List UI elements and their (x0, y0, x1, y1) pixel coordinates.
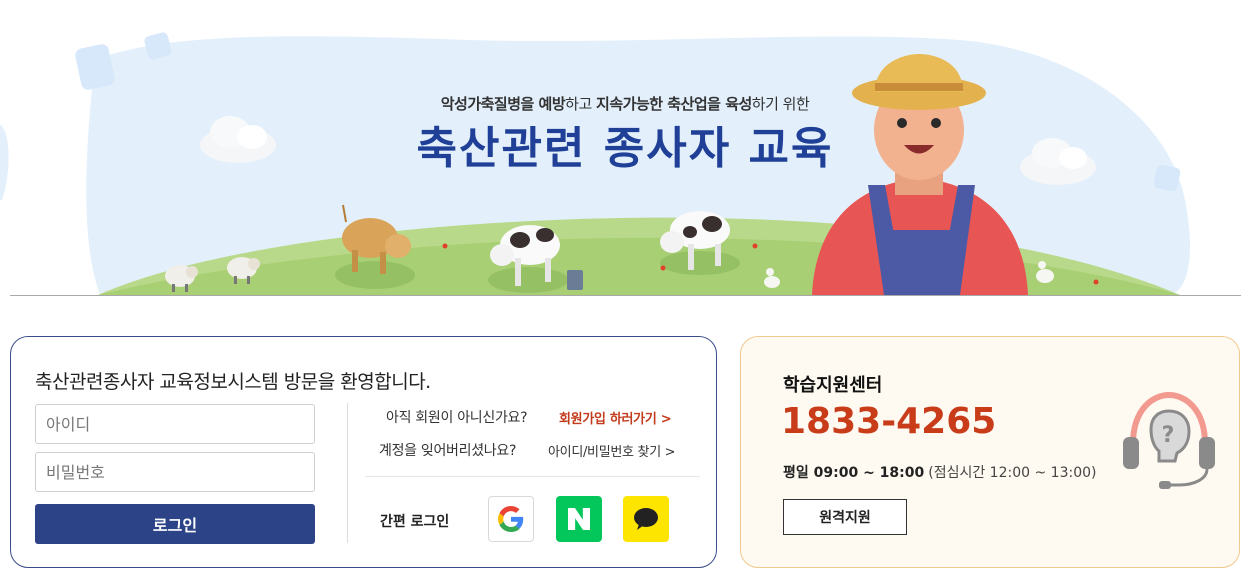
headset-question-icon: ? (1123, 391, 1215, 489)
svg-text:?: ? (1162, 423, 1175, 448)
duck-icon (1036, 269, 1054, 283)
google-login-button[interactable] (488, 496, 534, 542)
horizontal-divider (365, 476, 700, 477)
google-logo-icon (498, 506, 524, 532)
lunch-hours: (점심시간 12:00 ~ 13:00) (928, 465, 1097, 481)
remote-support-button[interactable]: 원격지원 (783, 499, 907, 535)
kakao-talk-icon (634, 508, 658, 530)
login-panel: 축산관련종사자 교육정보시스템 방문을 환영합니다. 로그인 아직 회원이 아니… (10, 336, 717, 568)
naver-logo-icon (568, 508, 590, 530)
subtitle-part: 악성가축질병을 예방 (440, 95, 566, 113)
password-input[interactable] (35, 452, 315, 492)
find-account-link[interactable]: 아이디/비밀번호 찾기 > (548, 441, 676, 460)
support-center-panel: 학습지원센터 1833-4265 평일 09:00 ~ 18:00 (점심시간 1… (740, 336, 1240, 568)
kakao-login-button[interactable] (623, 496, 669, 542)
easy-login-label: 간편 로그인 (380, 514, 450, 530)
hero-banner: 악성가축질병을 예방하고 지속가능한 축산업을 육성하기 위한 축산관련 종사자… (0, 0, 1243, 300)
subtitle-part: 하고 (565, 95, 597, 113)
find-account-question: 계정을 잊어버리셨나요? (379, 443, 517, 459)
subtitle-part: 하기 위한 (751, 95, 810, 113)
join-question: 아직 회원이 아니신가요? (386, 410, 528, 426)
vertical-divider (347, 403, 348, 543)
welcome-message: 축산관련종사자 교육정보시스템 방문을 환영합니다. (35, 371, 431, 393)
naver-login-button[interactable] (556, 496, 602, 542)
support-hours: 평일 09:00 ~ 18:00 (점심시간 12:00 ~ 13:00) (783, 462, 1096, 482)
milk-bucket-icon (567, 270, 583, 290)
weekday-hours: 평일 09:00 ~ 18:00 (783, 465, 925, 481)
banner-divider (10, 295, 1241, 296)
login-button[interactable]: 로그인 (35, 504, 315, 544)
username-input[interactable] (35, 404, 315, 444)
banner-subtitle: 악성가축질병을 예방하고 지속가능한 축산업을 육성하기 위한 (340, 93, 910, 114)
support-phone-number: 1833-4265 (781, 401, 997, 442)
subtitle-part: 지속가능한 축산업을 육성 (596, 95, 752, 113)
duck-icon (764, 276, 780, 288)
signup-link[interactable]: 회원가입 하러가기 > (559, 408, 672, 427)
support-title: 학습지원센터 (783, 375, 883, 396)
banner-title: 축산관련 종사자 교육 (416, 123, 834, 174)
